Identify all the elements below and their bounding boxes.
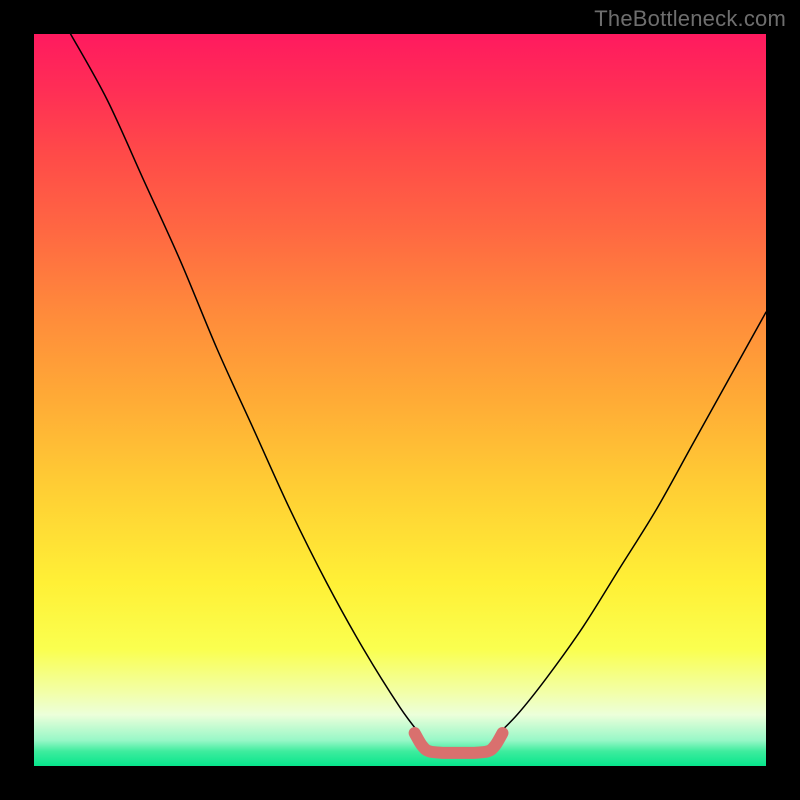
chart-frame: TheBottleneck.com xyxy=(0,0,800,800)
series-left-curve xyxy=(71,34,422,737)
plot-area xyxy=(34,34,766,766)
chart-svg xyxy=(34,34,766,766)
watermark-text: TheBottleneck.com xyxy=(594,6,786,32)
series-right-curve xyxy=(495,312,766,737)
series-bottom-marker xyxy=(415,733,503,753)
